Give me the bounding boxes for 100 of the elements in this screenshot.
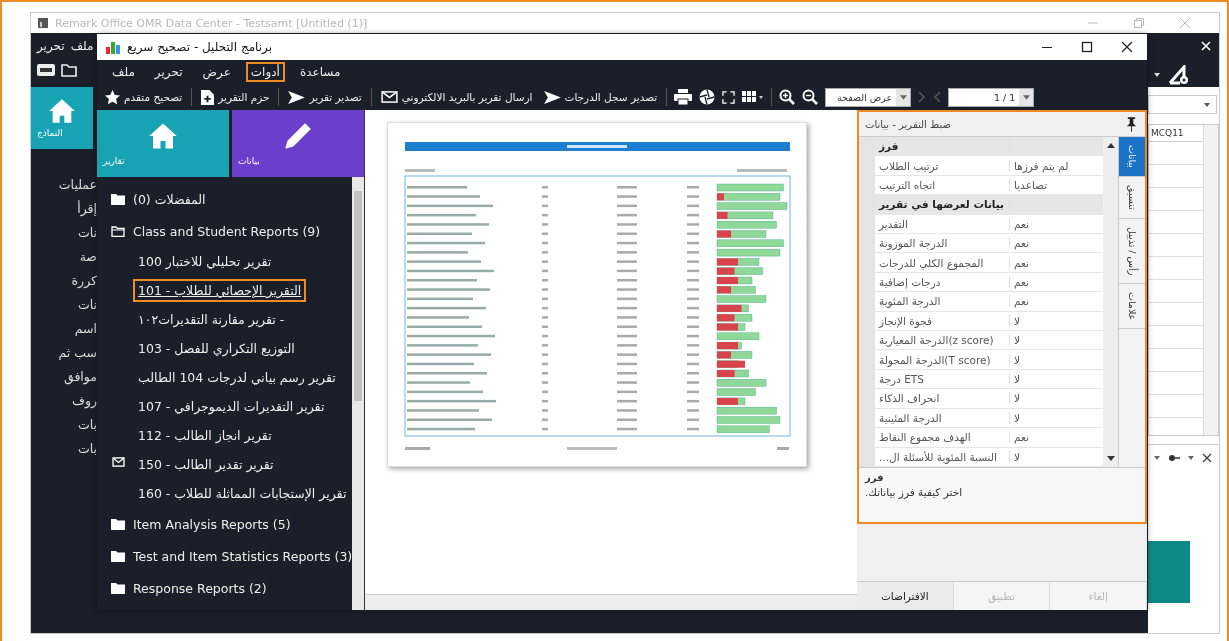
scrollbar[interactable] <box>352 177 364 610</box>
report-item[interactable]: تقرير انجاز الطالب - 112 <box>133 424 277 447</box>
menu-item[interactable]: تحرير <box>37 39 65 53</box>
toolbar-button[interactable]: تصحيح متقدم <box>103 87 185 107</box>
property-value[interactable]: تصاعديا <box>1010 179 1103 191</box>
sidebar-item[interactable]: اسم <box>74 319 97 338</box>
window-title: Remark Office OMR Data Center - Testsamt [Untitled (1)] <box>55 16 368 30</box>
tree-folder[interactable]: Test and Item Statistics Reports (3) <box>111 540 353 572</box>
send-icon <box>543 90 561 104</box>
fullscreen-icon[interactable] <box>722 90 736 104</box>
property-value[interactable]: نعم <box>1010 237 1103 250</box>
grid-layout-icon[interactable] <box>742 90 765 104</box>
nav-tile[interactable]: بيانات <box>232 110 364 177</box>
report-item[interactable]: التوزيع التكراري للفصل - 103 <box>133 337 300 360</box>
property-value[interactable]: نعم <box>1010 431 1103 444</box>
triangle-gear-icon[interactable] <box>1168 65 1190 85</box>
property-value[interactable]: لا <box>1010 392 1103 405</box>
property-value[interactable]: لا <box>1010 450 1103 463</box>
report-item[interactable]: - تقرير مقارنة التقديرات١٠٢ <box>133 308 290 331</box>
maximize-icon[interactable] <box>1081 41 1093 53</box>
report-item[interactable]: تقرير تحليلي للاختبار 100 <box>133 250 277 273</box>
close-icon[interactable] <box>1121 41 1133 53</box>
caret-icon[interactable] <box>1188 456 1194 460</box>
zoom-out-icon[interactable] <box>802 89 819 105</box>
report-item[interactable]: تقرير رسم بياني لدرجات 104 الطالب <box>133 366 341 389</box>
folder-icon[interactable] <box>61 63 77 77</box>
side-tab[interactable]: تنسيق <box>1119 176 1145 219</box>
property-value[interactable]: لا <box>1010 334 1103 347</box>
side-tab[interactable]: علامات <box>1119 284 1145 330</box>
sidebar-item[interactable]: إقرأ <box>77 199 97 218</box>
property-value[interactable]: نعم <box>1010 256 1103 269</box>
property-name: فجوة الإنجاز <box>875 314 1010 327</box>
tree-folder[interactable]: Item Analysis Reports (5) <box>111 508 353 540</box>
send-icon <box>288 90 306 104</box>
sidebar-item[interactable]: بات <box>77 439 97 458</box>
sidebar-item[interactable]: بات <box>77 415 97 434</box>
sidebar-item[interactable]: روف <box>71 391 97 410</box>
close-icon[interactable] <box>1202 453 1212 463</box>
scroll-up-icon[interactable] <box>1106 143 1115 148</box>
sidebar-item[interactable]: موافق <box>63 367 97 386</box>
report-item[interactable]: تقرير الإستجابات المماثلة للطلاب - 160 <box>133 482 352 505</box>
dropdown[interactable]: 1 / 1 <box>948 87 1035 107</box>
zoom-in-icon[interactable] <box>779 89 796 105</box>
property-name: الدرجة المئوية <box>875 295 1010 308</box>
sidebar-item[interactable]: كررة <box>71 271 97 290</box>
property-value[interactable]: لا <box>1010 353 1103 366</box>
category-header: فرز <box>875 140 1010 153</box>
scrollbar[interactable] <box>1203 125 1218 435</box>
sidebar-item[interactable]: نات <box>77 295 97 314</box>
star-icon <box>105 89 120 105</box>
toolbar-button[interactable]: تصدير تقرير <box>286 88 364 106</box>
help-title: فرز <box>865 472 884 483</box>
pin-icon[interactable] <box>1168 453 1180 463</box>
toolbar-button[interactable]: تصدير سجل الدرجات <box>541 88 660 106</box>
property-name: درجات إضافية <box>875 276 1010 289</box>
toolbar-button[interactable]: ارسال تقرير بالبريد الالكتروني <box>378 89 535 105</box>
tree-folder[interactable]: Class and Student Reports (9) <box>111 215 353 247</box>
menu-item[interactable]: ملف <box>107 62 140 82</box>
pin-icon[interactable] <box>1126 116 1137 132</box>
aperture-icon[interactable] <box>699 89 716 105</box>
sidebar-item[interactable]: صة <box>79 247 97 266</box>
scrollbar[interactable] <box>365 594 857 610</box>
panel-button[interactable]: الافتراضات <box>857 582 954 610</box>
caret-icon <box>1204 102 1210 107</box>
envelope-icon <box>380 91 398 103</box>
property-value[interactable]: لم يتم فرزها <box>1010 159 1103 172</box>
report-item[interactable]: تقرير تقدير الطالب - 150 <box>133 453 279 476</box>
caret-icon <box>899 94 907 100</box>
property-value[interactable]: لا <box>1010 373 1103 386</box>
tree-folder[interactable]: المفضلات (0) <box>111 183 353 215</box>
property-name: النسبة المئوية للأسئلة ال... <box>875 450 1010 463</box>
side-tab[interactable]: بيانات <box>1119 137 1145 177</box>
menu-item[interactable]: مساعدة <box>294 62 346 82</box>
property-name: ترتيب الطلاب <box>875 159 1010 172</box>
menu-item[interactable]: عرض <box>197 62 236 82</box>
menu-item[interactable]: ملف <box>70 39 94 53</box>
property-value[interactable]: لا <box>1010 411 1103 424</box>
property-value[interactable]: نعم <box>1010 217 1103 230</box>
sidebar-item[interactable]: عمليات <box>58 175 97 194</box>
menu-item[interactable]: تحرير <box>149 62 188 82</box>
report-item[interactable]: التقرير الإحصائي للطلاب - 101 <box>133 279 307 302</box>
document-plus-icon <box>201 89 215 105</box>
category-header: بيانات لعرضها في تقرير <box>875 198 1010 211</box>
dropdown[interactable]: عرض الصفحة <box>825 87 912 107</box>
property-value[interactable]: لا <box>1010 314 1103 327</box>
report-item[interactable]: تقرير التقديرات الديموجرافي - 107 <box>133 395 330 418</box>
menu-item[interactable]: أدوات <box>245 62 285 82</box>
property-value[interactable]: نعم <box>1010 276 1103 289</box>
scroll-down-icon[interactable] <box>1106 456 1115 461</box>
scrollbar-thumb[interactable] <box>354 191 363 401</box>
caret-icon[interactable] <box>1154 456 1160 460</box>
print-icon[interactable] <box>674 89 693 105</box>
scrollbar[interactable] <box>1103 137 1118 467</box>
toolbar-button[interactable]: حزم التقرير <box>199 87 272 107</box>
sidebar-item[interactable]: نات <box>77 223 97 242</box>
property-value[interactable]: نعم <box>1010 295 1103 308</box>
caret-icon[interactable] <box>1154 73 1160 77</box>
side-tab[interactable]: رأس / تذييل <box>1119 218 1145 285</box>
tree-folder[interactable]: Response Reports (2) <box>111 572 353 604</box>
sidebar-item[interactable]: سب ثم <box>58 343 97 362</box>
